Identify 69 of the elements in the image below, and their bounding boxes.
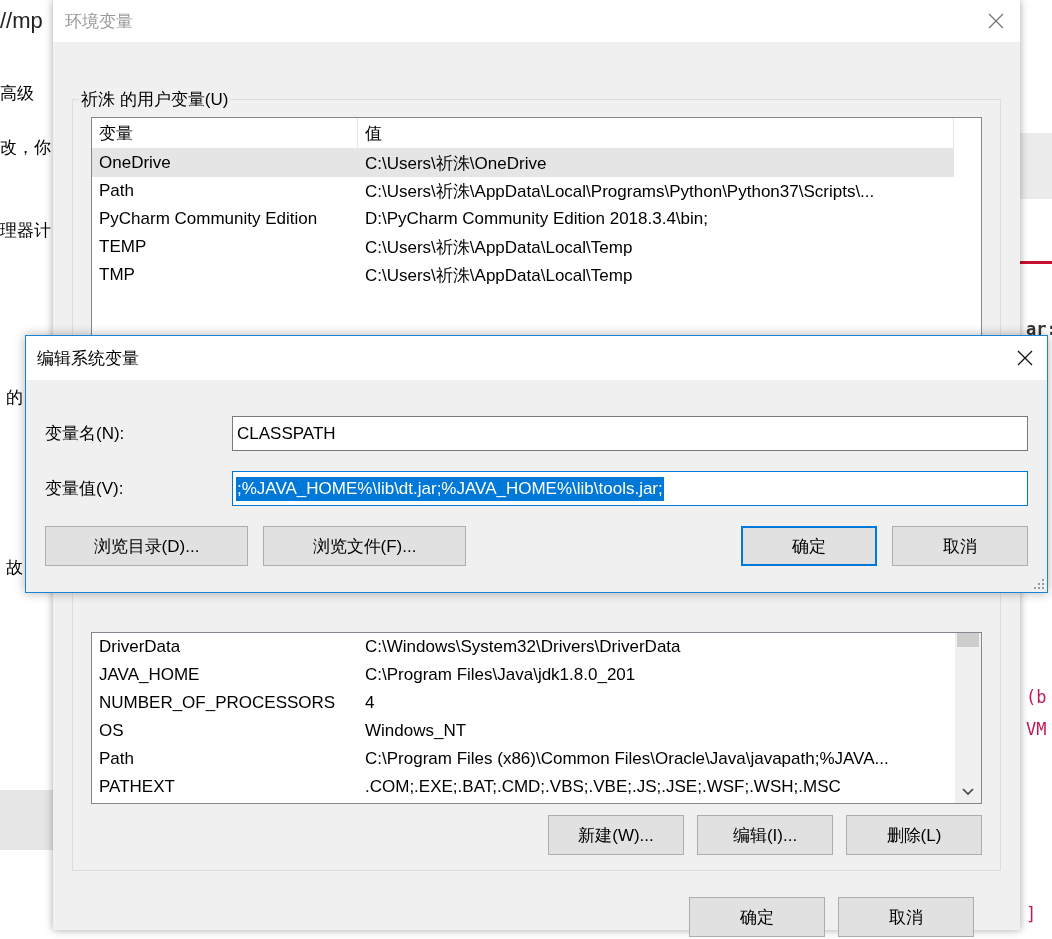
input-field[interactable]: CLASSPATH — [232, 416, 1028, 451]
list-row[interactable]: PATHEXT .COM;.EXE;.BAT;.CMD;.VBS;.VBE;.JS;.JSE;.WSF;.WSH;.MSC — [92, 773, 954, 801]
dialog-button[interactable]: 浏览目录(D)... — [45, 526, 248, 566]
window-title: 环境变量 — [65, 10, 133, 33]
variable-name: PyCharm Community Edition — [98, 209, 319, 229]
list-row[interactable]: JAVA_HOME C:\Program Files\Java\jdk1.8.0_201 — [92, 661, 954, 689]
scroll-thumb[interactable] — [957, 633, 979, 647]
variable-name: NUMBER_OF_PROCESSORS — [98, 693, 337, 713]
variable-name: Path — [98, 181, 135, 201]
variable-name: TMP — [98, 265, 136, 285]
input-field[interactable]: ;%JAVA_HOME%\lib\dt.jar;%JAVA_HOME%\lib\tools.jar; — [232, 471, 1028, 506]
code-text: (b — [1026, 687, 1047, 707]
dialog-button[interactable]: 取消 — [838, 897, 974, 937]
address-text: //mp — [0, 8, 43, 34]
list-row[interactable]: OneDrive C:\Users\祈洙\OneDrive — [92, 149, 954, 177]
code-text: VM — [1026, 719, 1047, 739]
variable-value: C:\Users\祈洙\AppData\Local\Temp — [364, 264, 633, 287]
dialog-button[interactable]: 新建(W)... — [548, 815, 684, 855]
variable-value: C:\Users\祈洙\AppData\Local\Temp — [364, 236, 633, 259]
code-text: ] — [1026, 904, 1037, 924]
field-value: CLASSPATH — [236, 422, 337, 445]
variable-value: Windows_NT — [364, 721, 467, 741]
dialog-button[interactable]: 浏览文件(F)... — [263, 526, 466, 566]
column-header[interactable]: 变量 — [92, 118, 358, 148]
variable-value: C:\Program Files\Java\jdk1.8.0_201 — [364, 665, 636, 685]
partial-text: 高级 — [0, 83, 34, 105]
list-row[interactable]: PyCharm Community Edition D:\PyCharm Community Edition 2018.3.4\bin; — [92, 205, 954, 233]
dialog-button[interactable]: 删除(L) — [846, 815, 982, 855]
variable-list[interactable] — [91, 632, 982, 804]
field-value: ;%JAVA_HOME%\lib\dt.jar;%JAVA_HOME%\lib\tools.jar; — [236, 476, 664, 501]
code-text: ar: — [1026, 319, 1052, 339]
variable-name: PATHEXT — [98, 777, 176, 797]
list-row[interactable]: TEMP C:\Users\祈洙\AppData\Local\Temp — [92, 233, 954, 261]
group-label: 祈洙 的用户变量(U) — [80, 89, 230, 111]
variable-name: JAVA_HOME — [98, 665, 201, 685]
list-row[interactable]: NUMBER_OF_PROCESSORS 4 — [92, 689, 954, 717]
variable-value: C:\Users\祈洙\OneDrive — [364, 152, 547, 175]
close-icon[interactable] — [1017, 350, 1033, 366]
window-title: 编辑系统变量 — [37, 347, 139, 370]
variable-name: DriverData — [98, 637, 182, 657]
variable-value: C:\Program Files (x86)\Common Files\Oracle\Java\javapath;%JAVA... — [364, 749, 889, 769]
list-row[interactable]: DriverData C:\Windows\System32\Drivers\DriverData — [92, 633, 954, 661]
partial-text: 故 — [6, 557, 23, 579]
partial-text: 理器计 — [0, 220, 51, 242]
list-row[interactable]: OS Windows_NT — [92, 717, 954, 745]
dialog-button[interactable]: 确定 — [689, 897, 825, 937]
variable-name: TEMP — [98, 237, 148, 257]
variable-name: OS — [98, 721, 125, 741]
variable-value: C:\Users\祈洙\AppData\Local\Programs\Python\Python37\Scripts\... — [364, 180, 875, 203]
variable-value: C:\Windows\System32\Drivers\DriverData — [364, 637, 681, 657]
list-row[interactable]: Path C:\Program Files (x86)\Common Files\Oracle\Java\javapath;%JAVA... — [92, 745, 954, 773]
scroll-bar[interactable] — [955, 633, 981, 803]
chevron-down-icon[interactable] — [962, 788, 974, 796]
variable-name: OneDrive — [98, 153, 172, 173]
dialog-button[interactable]: 编辑(I)... — [697, 815, 833, 855]
list-row[interactable]: TMP C:\Users\祈洙\AppData\Local\Temp — [92, 261, 954, 289]
resize-grip-icon[interactable] — [1034, 579, 1044, 589]
variable-name: Path — [98, 749, 135, 769]
dialog-button[interactable]: 取消 — [892, 526, 1028, 566]
list-row[interactable]: Path C:\Users\祈洙\AppData\Local\Programs\Python\Python37\Scripts\... — [92, 177, 954, 205]
field-label: 变量名(N): — [45, 423, 126, 445]
field-label: 变量值(V): — [45, 478, 125, 500]
dialog-button[interactable]: 确定 — [741, 526, 877, 566]
partial-text: 改，你 — [0, 137, 51, 159]
variable-value: 4 — [364, 693, 375, 713]
partial-text: 的 — [6, 387, 23, 409]
variable-value: .COM;.EXE;.BAT;.CMD;.VBS;.VBE;.JS;.JSE;.WSF;.WSH;.MSC — [364, 777, 841, 797]
column-header[interactable]: 值 — [358, 118, 954, 148]
variable-value: D:\PyCharm Community Edition 2018.3.4\bin; — [364, 209, 708, 229]
